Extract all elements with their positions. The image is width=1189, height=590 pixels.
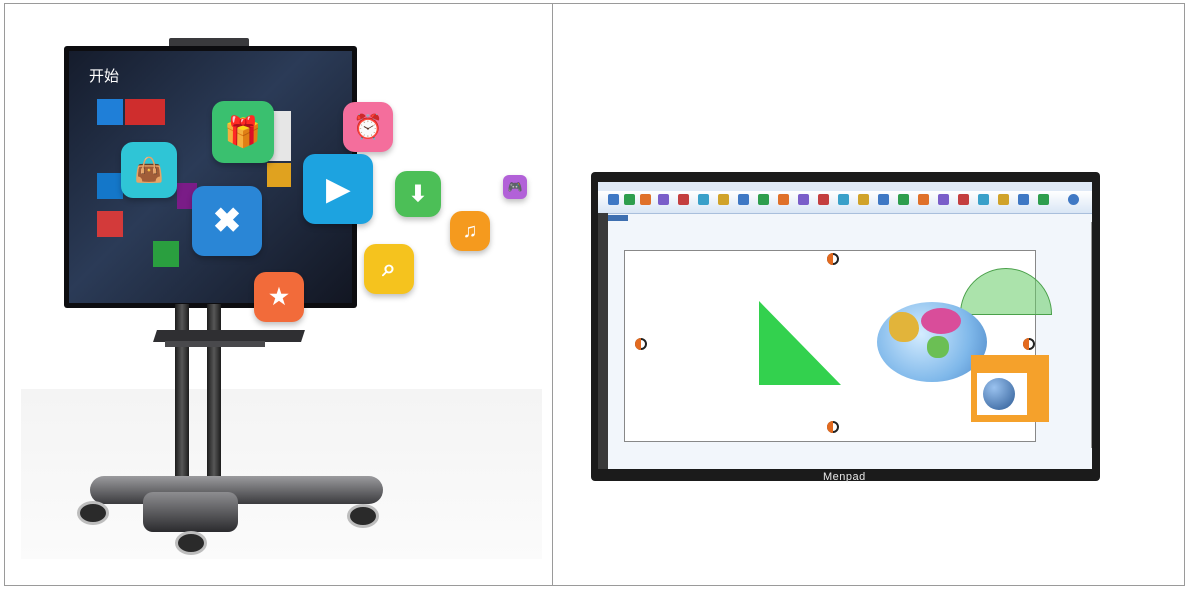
ribbon-button bbox=[624, 194, 635, 205]
caster-wheel bbox=[77, 501, 109, 525]
ruler-triangle bbox=[759, 301, 841, 385]
floor-backdrop bbox=[21, 389, 542, 559]
ribbon-button bbox=[1068, 194, 1079, 205]
ribbon-button bbox=[778, 194, 789, 205]
music-note-icon: ♫ bbox=[450, 211, 490, 251]
skype-tile bbox=[97, 173, 123, 199]
alarm-clock-icon: ⏰ bbox=[343, 102, 393, 152]
ribbon-button bbox=[758, 194, 769, 205]
store-tile bbox=[153, 241, 179, 267]
ribbon-button bbox=[608, 194, 619, 205]
ribbon-button bbox=[698, 194, 709, 205]
sphere-image bbox=[983, 378, 1015, 410]
ribbon-button bbox=[838, 194, 849, 205]
ribbon-button bbox=[938, 194, 949, 205]
ribbon-button bbox=[978, 194, 989, 205]
ribbon-button bbox=[858, 194, 869, 205]
search-icon: ⌕ bbox=[364, 244, 414, 294]
ribbon-button bbox=[898, 194, 909, 205]
stand-shelf-bracket bbox=[165, 341, 265, 347]
ribbon-button bbox=[1038, 194, 1049, 205]
left-photo-cell: 开始 🎁 ⏰ 👜 ✖ ▶ ⬇ ♫ ⌕ ★ 🎮 bbox=[5, 4, 552, 585]
weather-tile bbox=[125, 99, 165, 125]
continent-shape bbox=[889, 312, 919, 342]
left-page-bar bbox=[598, 213, 608, 469]
whiteboard-screen bbox=[598, 182, 1092, 469]
ribbon-button bbox=[658, 194, 669, 205]
continent-shape bbox=[927, 336, 949, 358]
brand-label: Menpad bbox=[823, 471, 866, 483]
caster-wheel bbox=[347, 504, 379, 528]
resize-handle bbox=[827, 253, 839, 265]
ribbon-button bbox=[798, 194, 809, 205]
mail-tile bbox=[97, 99, 123, 125]
stand-base-foot bbox=[143, 492, 238, 532]
ribbon-button bbox=[878, 194, 889, 205]
ribbon-button bbox=[998, 194, 1009, 205]
video-tile bbox=[267, 163, 291, 187]
ribbon-button bbox=[918, 194, 929, 205]
ribbon-button bbox=[958, 194, 969, 205]
photos-tile bbox=[97, 211, 123, 237]
ribbon-button bbox=[678, 194, 689, 205]
resize-handle bbox=[827, 421, 839, 433]
ribbon-button bbox=[718, 194, 729, 205]
ribbon-button bbox=[738, 194, 749, 205]
side-toolbar bbox=[1091, 222, 1092, 448]
continent-shape bbox=[921, 308, 961, 334]
right-photo-cell: Menpad bbox=[553, 4, 1184, 585]
gamepad-icon: 🎮 bbox=[503, 175, 527, 199]
app-titlebar bbox=[598, 182, 1092, 191]
tools-icon: ✖ bbox=[192, 186, 262, 256]
video-player-icon: ▶ bbox=[303, 154, 373, 224]
download-icon: ⬇ bbox=[395, 171, 441, 217]
resize-handle bbox=[635, 338, 647, 350]
ribbon-button bbox=[818, 194, 829, 205]
ribbon-toolbar bbox=[598, 191, 1092, 214]
shopping-bag-icon: 👜 bbox=[121, 142, 177, 198]
start-screen-label: 开始 bbox=[89, 68, 120, 85]
caster-wheel bbox=[175, 531, 207, 555]
bookmark-star-icon: ★ bbox=[254, 272, 304, 322]
ribbon-button bbox=[1018, 194, 1029, 205]
gift-icon: 🎁 bbox=[212, 101, 274, 163]
resize-handle bbox=[1023, 338, 1035, 350]
ribbon-button bbox=[640, 194, 651, 205]
